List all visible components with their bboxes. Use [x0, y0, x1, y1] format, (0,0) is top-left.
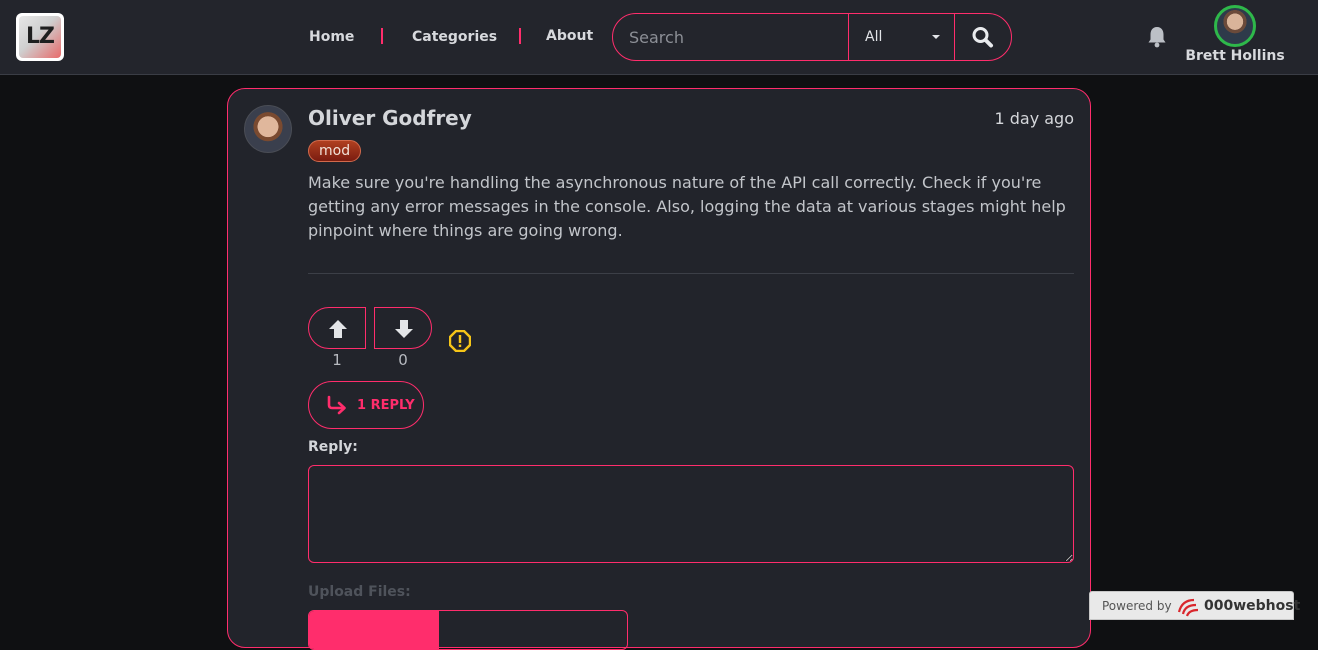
downvote-button[interactable]: [374, 307, 432, 349]
host-brand-name: 000webhost: [1204, 598, 1301, 614]
chevron-down-icon: [932, 35, 940, 39]
site-logo[interactable]: LZ: [16, 13, 64, 61]
choose-file-button[interactable]: [309, 611, 439, 649]
upvote-button[interactable]: [308, 307, 366, 349]
powered-by-text: Powered by: [1102, 599, 1172, 613]
nav-about-link[interactable]: About: [546, 28, 593, 44]
report-warning-icon[interactable]: [448, 329, 472, 353]
divider: [308, 273, 1074, 274]
top-navbar: LZ Home Categories About All Brett Holli…: [0, 0, 1318, 75]
role-badge: mod: [308, 140, 362, 162]
search-scope-select[interactable]: All: [848, 14, 955, 60]
user-name[interactable]: Brett Hollins: [1178, 48, 1292, 64]
arrow-up-icon: [329, 320, 347, 338]
nav-home-link[interactable]: Home: [309, 29, 354, 45]
replies-toggle-button[interactable]: 1 REPLY: [308, 381, 424, 429]
user-avatar[interactable]: [1214, 5, 1256, 47]
upload-files-label: Upload Files:: [308, 584, 411, 600]
host-logo-icon: [1177, 598, 1199, 617]
comment-card: Oliver Godfrey 1 day ago mod Make sure y…: [227, 88, 1091, 650]
search-input[interactable]: [613, 14, 849, 60]
arrow-down-icon: [395, 320, 413, 338]
nav-categories-link[interactable]: Categories: [412, 29, 497, 45]
hosting-badge[interactable]: Powered by 000webhost: [1089, 591, 1300, 620]
search-icon: [972, 27, 993, 48]
reply-label: Reply:: [308, 439, 358, 455]
downvote-count: 0: [398, 351, 408, 369]
search-scope-value: All: [865, 29, 883, 45]
author-avatar[interactable]: [244, 105, 292, 153]
file-upload-input[interactable]: [308, 610, 628, 650]
bell-icon[interactable]: [1146, 25, 1168, 49]
author-name[interactable]: Oliver Godfrey: [308, 106, 472, 130]
post-timestamp: 1 day ago: [994, 109, 1074, 128]
nav-separator: [519, 28, 521, 44]
upvote-count: 1: [332, 351, 342, 369]
reply-textarea[interactable]: [308, 465, 1074, 563]
search-button[interactable]: [955, 14, 1011, 60]
logo-text: LZ: [26, 24, 55, 49]
nav-separator: [381, 28, 383, 44]
reply-arrow-icon: [327, 395, 346, 415]
search-bar: All: [612, 13, 1012, 61]
comment-body: Make sure you're handling the asynchrono…: [308, 173, 1066, 240]
replies-count-label: 1 REPLY: [357, 398, 415, 413]
